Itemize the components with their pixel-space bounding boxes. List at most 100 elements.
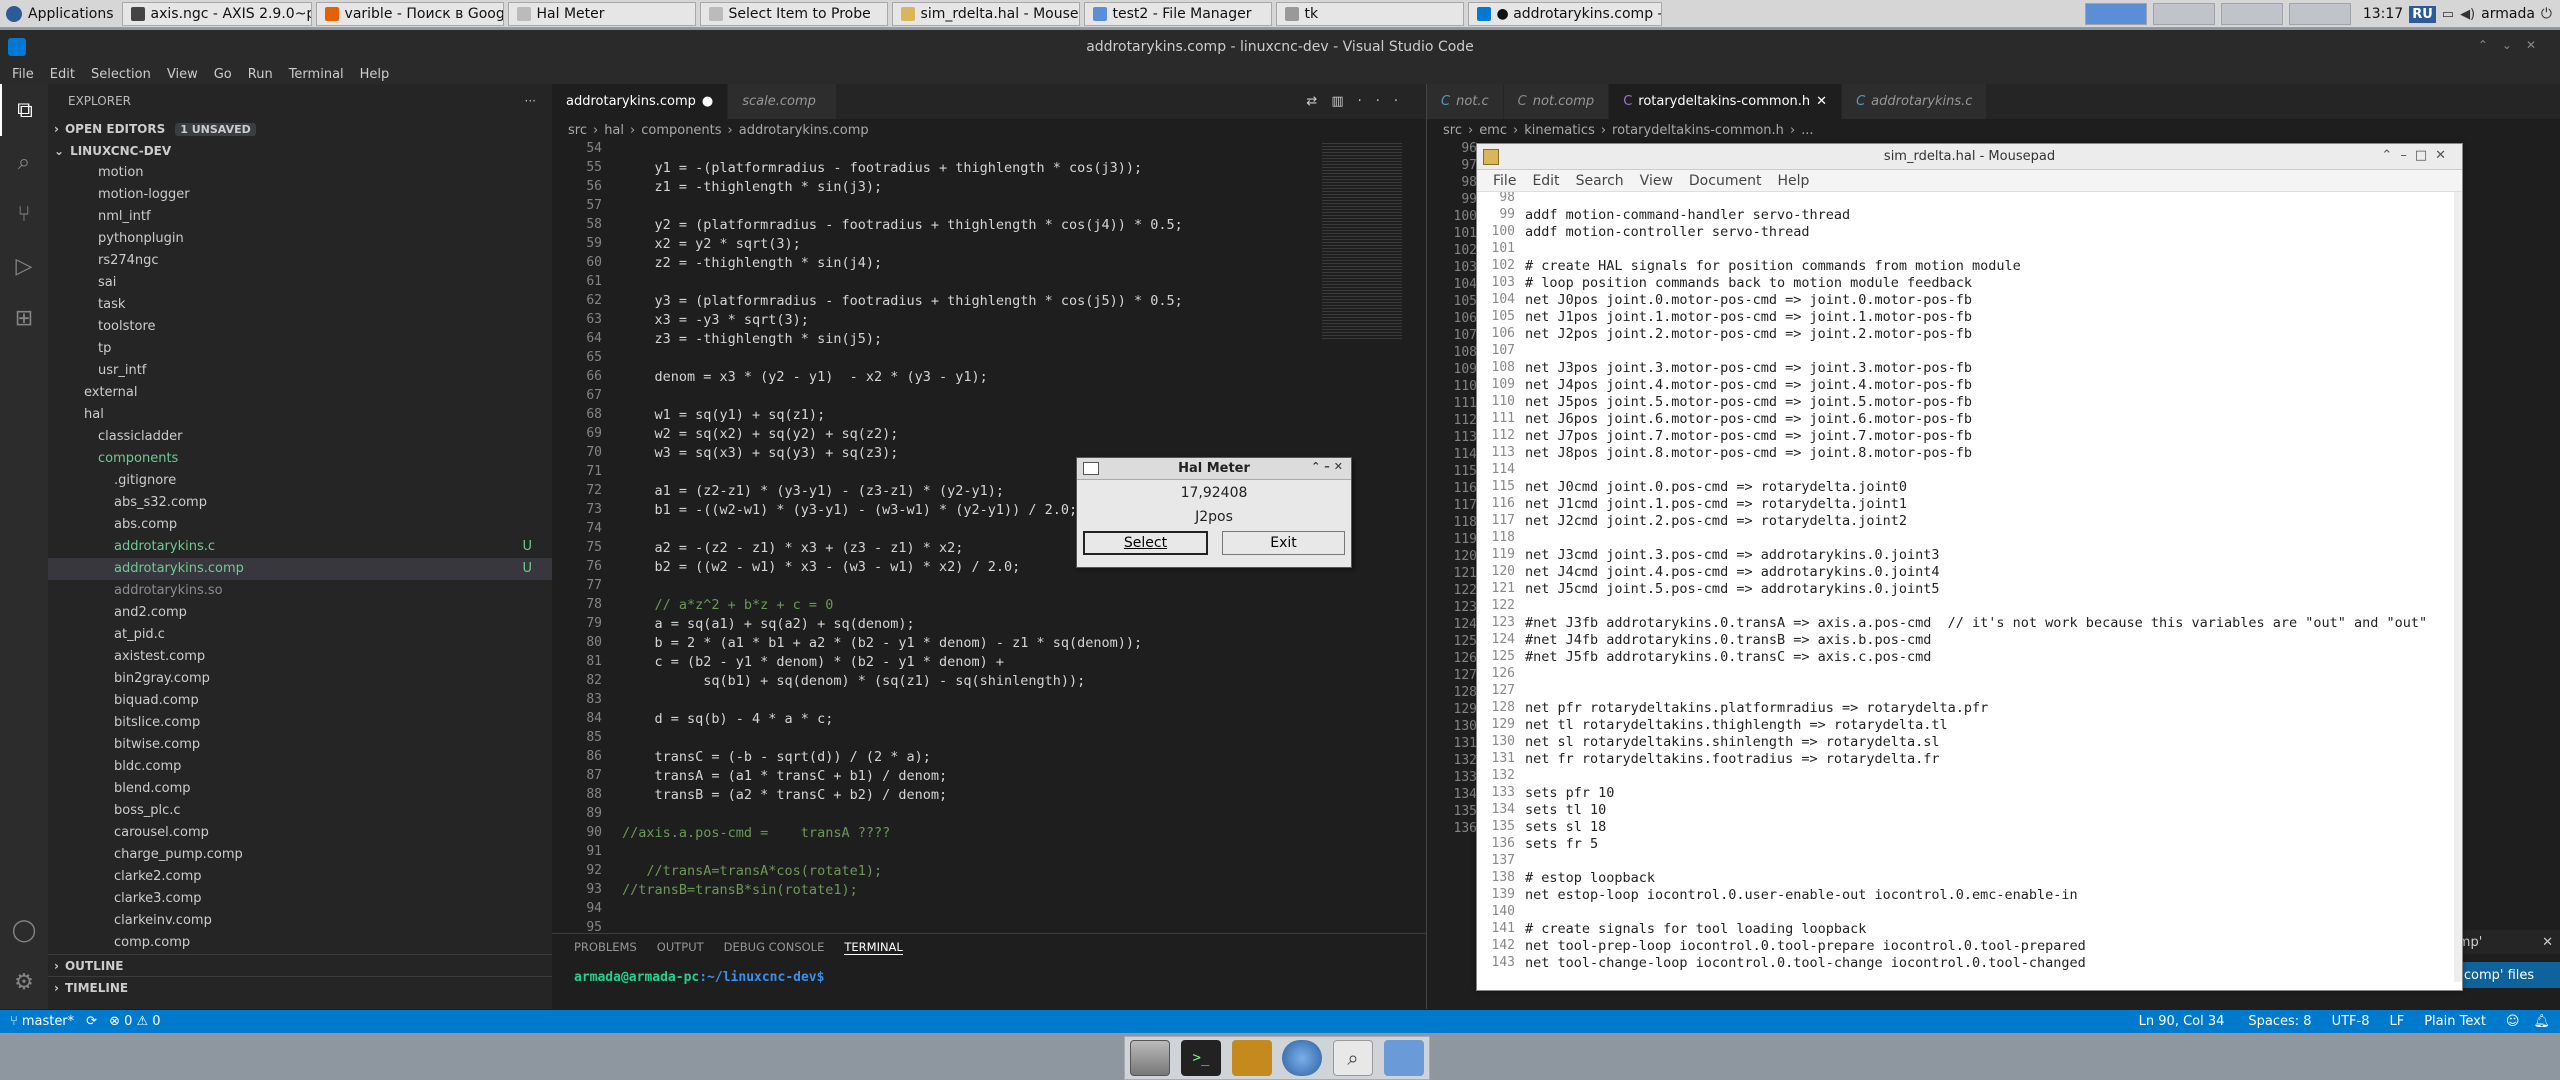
file-item[interactable]: clarke3.comp: [48, 888, 552, 910]
taskbar-task[interactable]: Select Item to Probe: [699, 1, 888, 26]
file-item[interactable]: bitwise.comp: [48, 734, 552, 756]
extensions-icon[interactable]: ⊞: [0, 292, 48, 344]
panel-tab-debug-console[interactable]: DEBUG CONSOLE: [724, 940, 825, 954]
mousepad-window-controls[interactable]: ⌃–□✕: [2381, 148, 2454, 163]
language-mode[interactable]: Plain Text: [2424, 1014, 2486, 1029]
mousepad-menu-help[interactable]: Help: [1769, 173, 1817, 189]
editor-tab[interactable]: scale.comp: [728, 84, 837, 119]
bell-icon[interactable]: 🔔︎: [2533, 1014, 2550, 1029]
file-item[interactable]: blend.comp: [48, 778, 552, 800]
breadcrumb-item[interactable]: kinematics: [1524, 123, 1595, 138]
keyboard-layout[interactable]: RU: [2409, 5, 2436, 23]
menu-item-run[interactable]: Run: [240, 67, 281, 82]
folder-item[interactable]: usr_intf: [48, 360, 552, 382]
applications-menu[interactable]: Applications: [0, 0, 122, 28]
file-item[interactable]: at_pid.c: [48, 624, 552, 646]
folder-item[interactable]: motion: [48, 162, 552, 184]
mousepad-menu-view[interactable]: View: [1632, 173, 1681, 189]
workspace-4[interactable]: [2288, 3, 2351, 25]
taskbar-task[interactable]: sim_rdelta.hal - Mousep...: [891, 1, 1080, 26]
exit-button[interactable]: Exit: [1222, 531, 1345, 555]
workspace-root[interactable]: ⌄ LINUXCNC-DEV: [48, 140, 552, 162]
folder-item[interactable]: motion-logger: [48, 184, 552, 206]
select-button[interactable]: Select: [1083, 531, 1208, 555]
file-item[interactable]: axistest.comp: [48, 646, 552, 668]
mousepad-scrollbar[interactable]: [2454, 192, 2462, 982]
breadcrumb-item[interactable]: src: [1443, 123, 1462, 138]
menu-item-help[interactable]: Help: [352, 67, 398, 82]
folder-item[interactable]: task: [48, 294, 552, 316]
close-icon[interactable]: ✕: [1816, 94, 1827, 109]
file-item[interactable]: addrotarykins.comp U: [48, 558, 552, 580]
user-name[interactable]: armada: [2481, 6, 2535, 22]
outline-section[interactable]: › OUTLINE: [48, 954, 552, 976]
file-item[interactable]: .gitignore: [48, 470, 552, 492]
file-item[interactable]: boss_plc.c: [48, 800, 552, 822]
file-item[interactable]: and2.comp: [48, 602, 552, 624]
hal-meter-window-controls[interactable]: ⌃–✕: [1311, 460, 1347, 473]
file-item[interactable]: biquad.comp: [48, 690, 552, 712]
taskbar-task[interactable]: test2 - File Manager: [1083, 1, 1272, 26]
editor-tab[interactable]: Cnot.c: [1427, 84, 1504, 119]
folder-item[interactable]: tp: [48, 338, 552, 360]
folder-item[interactable]: hal: [48, 404, 552, 426]
file-item[interactable]: carousel.comp: [48, 822, 552, 844]
panel-tab-output[interactable]: OUTPUT: [657, 940, 704, 954]
breadcrumb-item[interactable]: emc: [1479, 123, 1507, 138]
manage-gear-icon[interactable]: ⚙: [0, 956, 48, 1008]
folder-item[interactable]: toolstore: [48, 316, 552, 338]
breadcrumb-item[interactable]: ...: [1801, 123, 1813, 138]
taskbar-task[interactable]: Hal Meter: [507, 1, 696, 26]
breadcrumb-item[interactable]: rotarydeltakins-common.h: [1612, 123, 1784, 138]
accounts-icon[interactable]: ◯: [0, 904, 48, 956]
sync-icon[interactable]: ⟳: [86, 1014, 97, 1029]
encoding[interactable]: UTF-8: [2332, 1014, 2370, 1029]
run-debug-icon[interactable]: ▷: [0, 240, 48, 292]
file-item[interactable]: clarke2.comp: [48, 866, 552, 888]
minimap[interactable]: [1322, 141, 1402, 341]
breadcrumb-item[interactable]: components: [641, 123, 721, 138]
breadcrumb-item[interactable]: hal: [604, 123, 624, 138]
search-icon[interactable]: ⌕: [1332, 1040, 1373, 1076]
taskbar-task[interactable]: tk: [1275, 1, 1464, 26]
git-branch[interactable]: master*: [22, 1014, 74, 1029]
taskbar-task[interactable]: varible - Поиск в Googl...: [315, 1, 504, 26]
battery-icon[interactable]: ▭: [2442, 7, 2454, 22]
notes-icon[interactable]: [1231, 1040, 1272, 1076]
explorer-icon[interactable]: ⧉: [0, 84, 48, 136]
unsaved-dot-icon[interactable]: ●: [702, 94, 713, 109]
problems-count[interactable]: ⊗ 0 ⚠ 0: [109, 1014, 161, 1029]
mousepad-text-area[interactable]: 96979899addf motion-command-handler serv…: [1477, 192, 2462, 982]
breadcrumb-item[interactable]: src: [568, 123, 587, 138]
window-controls[interactable]: ⌃⌄✕: [2478, 38, 2550, 52]
menu-item-go[interactable]: Go: [206, 67, 240, 82]
terminal-icon[interactable]: >_: [1180, 1040, 1221, 1076]
folder-item[interactable]: nml_intf: [48, 206, 552, 228]
taskbar-task[interactable]: axis.ngc - AXIS 2.9.0~p...: [121, 1, 312, 26]
file-item[interactable]: abs_s32.comp: [48, 492, 552, 514]
panel-tab-problems[interactable]: PROBLEMS: [574, 940, 637, 954]
file-item[interactable]: addrotarykins.so: [48, 580, 552, 602]
more-actions-icon[interactable]: ···: [525, 94, 536, 108]
source-control-icon[interactable]: ⑂: [0, 188, 48, 240]
file-item[interactable]: clarkeinv.comp: [48, 910, 552, 932]
workspace-2[interactable]: [2152, 3, 2215, 25]
folder-icon[interactable]: [1383, 1040, 1424, 1076]
editor-tab[interactable]: Caddrotarykins.c: [1842, 84, 1988, 119]
folder-item[interactable]: components: [48, 448, 552, 470]
folder-item[interactable]: pythonplugin: [48, 228, 552, 250]
terminal-prompt[interactable]: armada@armada-pc:~/linuxcnc-dev$: [552, 960, 1426, 995]
menu-item-view[interactable]: View: [159, 67, 206, 82]
workspace-3[interactable]: [2220, 3, 2283, 25]
file-item[interactable]: comp.comp: [48, 932, 552, 954]
menu-item-edit[interactable]: Edit: [42, 67, 83, 82]
editor-tab[interactable]: addrotarykins.comp ●: [552, 84, 729, 119]
breadcrumb-item[interactable]: addrotarykins.comp: [739, 123, 869, 138]
file-item[interactable]: bldc.comp: [48, 756, 552, 778]
open-editors-section[interactable]: › OPEN EDITORS 1 UNSAVED: [48, 118, 552, 140]
menu-item-terminal[interactable]: Terminal: [281, 67, 352, 82]
folder-item[interactable]: rs274ngc: [48, 250, 552, 272]
editor-tab[interactable]: Cnot.comp: [1503, 84, 1610, 119]
drive-icon[interactable]: [1130, 1040, 1171, 1076]
volume-icon[interactable]: ◀): [2460, 7, 2475, 22]
